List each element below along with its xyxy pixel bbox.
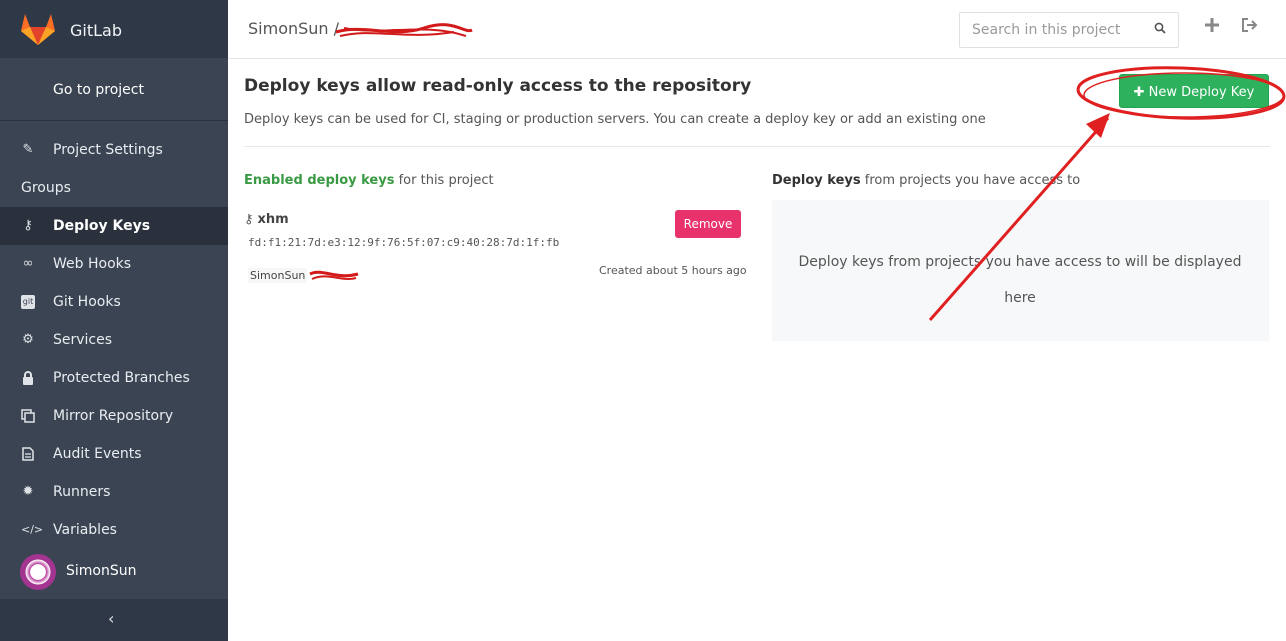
new-deploy-key-label: New Deploy Key <box>1148 85 1255 100</box>
deploy-key-fingerprint: fd:f1:21:7d:e3:12:9f:76:5f:07:c9:40:28:7… <box>248 236 560 249</box>
sidebar-item-runners[interactable]: ✹ Runners <box>0 473 228 511</box>
chevron-left-icon: ‹ <box>108 609 115 628</box>
sidebar-item-label: Variables <box>53 522 117 538</box>
sidebar-item-label: Web Hooks <box>53 256 132 272</box>
sidebar-item-label: Services <box>53 332 113 348</box>
lock-icon <box>21 371 35 385</box>
sidebar-item-label: Protected Branches <box>53 370 190 386</box>
key-created-time: Created about 5 hours ago <box>599 264 747 277</box>
sidebar-item-label: Audit Events <box>53 446 142 462</box>
sidebar-item-label: Groups <box>21 180 71 196</box>
sidebar-item-groups[interactable]: Groups <box>0 169 228 207</box>
sidebar-item-git-hooks[interactable]: git Git Hooks <box>0 283 228 321</box>
search-icon <box>1154 22 1166 37</box>
user-name: SimonSun <box>66 563 137 579</box>
brand-name: GitLab <box>70 21 122 40</box>
sidebar-item-label: Project Settings <box>53 142 163 158</box>
sidebar-item-project-settings[interactable]: ✎ Project Settings <box>0 131 228 169</box>
new-deploy-key-button[interactable]: ✚ New Deploy Key <box>1119 74 1269 108</box>
sidebar-item-label: Git Hooks <box>53 294 121 310</box>
redaction-scribble <box>335 23 473 37</box>
accessible-keys-heading: Deploy keys from projects you have acces… <box>772 173 1080 188</box>
redaction-scribble <box>309 270 359 280</box>
accessible-keys-label: Deploy keys <box>772 173 861 188</box>
sidebar-item-services[interactable]: ⚙ Services <box>0 321 228 359</box>
go-to-project-link[interactable]: Go to project <box>0 58 228 121</box>
sidebar-item-label: Mirror Repository <box>53 408 174 424</box>
search-input[interactable] <box>970 21 1144 39</box>
deploy-key-name: xhm <box>257 212 289 227</box>
code-icon: </> <box>21 523 44 536</box>
key-icon: ⚷ <box>244 212 254 227</box>
edit-icon: ✎ <box>22 142 34 157</box>
page-title: Deploy keys allow read-only access to th… <box>244 76 752 96</box>
accessible-keys-suffix: from projects you have access to <box>860 173 1081 188</box>
plus-icon: ✚ <box>1133 85 1145 100</box>
empty-state-line-1: Deploy keys from projects you have acces… <box>798 254 1242 270</box>
avatar <box>20 554 56 590</box>
accessible-keys-empty-state: Deploy keys from projects you have acces… <box>772 200 1269 341</box>
sidebar-item-audit-events[interactable]: Audit Events <box>0 435 228 473</box>
sidebar-item-protected-branches[interactable]: Protected Branches <box>0 359 228 397</box>
sidebar-item-label: Deploy Keys <box>53 218 151 234</box>
remove-key-button[interactable]: Remove <box>675 210 741 238</box>
clone-icon <box>21 409 35 423</box>
top-bar: SimonSun / <box>228 0 1286 59</box>
breadcrumb-owner[interactable]: SimonSun <box>248 19 329 38</box>
gitlab-logo-icon <box>21 14 55 45</box>
divider <box>244 146 1270 147</box>
page-description: Deploy keys can be used for CI, staging … <box>244 112 986 127</box>
empty-state-line-2: here <box>1004 290 1036 306</box>
collapse-sidebar-button[interactable]: ‹ <box>0 599 228 641</box>
cogs-icon: ⚙ <box>22 332 34 347</box>
enabled-keys-heading: Enabled deploy keys for this project <box>244 173 494 188</box>
enabled-keys-label: Enabled deploy keys <box>244 173 395 188</box>
go-to-project-label: Go to project <box>53 82 144 98</box>
file-icon <box>21 447 35 461</box>
key-owner-label[interactable]: SimonSun <box>248 268 308 283</box>
key-icon: ⚷ <box>23 218 33 233</box>
deploy-key-title: ⚷ xhm <box>244 212 289 227</box>
sidebar-item-web-hooks[interactable]: ∞ Web Hooks <box>0 245 228 283</box>
sidebar-item-label: Runners <box>53 484 111 500</box>
sign-out-icon[interactable] <box>1241 17 1259 38</box>
link-icon: ∞ <box>22 256 34 271</box>
empty-state-message: Deploy keys from projects you have acces… <box>790 244 1250 316</box>
sidebar-item-variables[interactable]: </> Variables <box>0 511 228 549</box>
project-search[interactable] <box>959 12 1179 48</box>
sidebar-item-deploy-keys[interactable]: ⚷ Deploy Keys <box>0 207 228 245</box>
enabled-keys-suffix: for this project <box>394 173 494 188</box>
brand-header[interactable]: GitLab <box>0 0 228 58</box>
plus-icon[interactable] <box>1204 17 1220 38</box>
breadcrumb: SimonSun / <box>248 19 339 38</box>
git-icon: git <box>21 295 35 309</box>
user-profile-link[interactable]: SimonSun <box>0 552 228 592</box>
sidebar: GitLab Go to project ✎ Project Settings … <box>0 0 228 641</box>
gear-icon: ✹ <box>22 484 34 499</box>
sidebar-item-mirror-repository[interactable]: Mirror Repository <box>0 397 228 435</box>
